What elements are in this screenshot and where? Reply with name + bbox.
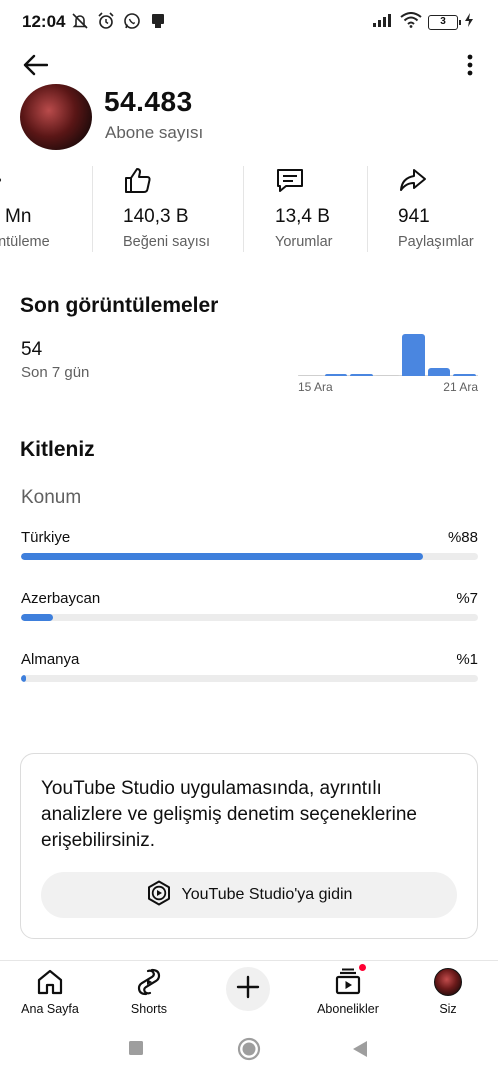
stat-label: Beğeni sayısı (123, 234, 211, 250)
nav-subscriptions[interactable]: Abonelikler (308, 963, 388, 1019)
subscriber-label: Abone sayısı (105, 123, 204, 142)
studio-promo-text: YouTube Studio uygulamasında, ayrıntılı … (41, 778, 417, 851)
stat-shares[interactable]: 941 Paylaşımlar (398, 162, 498, 254)
divider (367, 166, 368, 252)
thumbs-up-icon (123, 166, 153, 194)
location-title: Konum (21, 487, 82, 508)
recents-button[interactable] (128, 1040, 144, 1061)
stat-views[interactable]: Mn üntüleme (0, 162, 90, 254)
location-name: Almanya (21, 651, 80, 668)
stat-value: 140,3 B (123, 206, 189, 227)
location-bar-fill (21, 614, 53, 621)
recent-views-period: Son 7 gün (21, 364, 90, 381)
chart-bar (427, 368, 451, 376)
location-percent: %1 (456, 651, 478, 668)
chart-bar (299, 374, 322, 376)
top-app-bar (0, 42, 498, 92)
more-options-button[interactable] (458, 52, 482, 82)
nav-shorts[interactable]: Shorts (109, 965, 189, 1019)
back-button[interactable] (18, 52, 52, 82)
arrow-left-icon (22, 54, 49, 81)
divider (92, 166, 93, 252)
recent-views-chart[interactable]: 15 Ara 21 Ara (298, 326, 478, 394)
notification-icon (148, 11, 168, 36)
location-bar (21, 614, 478, 621)
audience-title: Kitleniz (20, 438, 95, 461)
comment-icon (275, 166, 305, 194)
stat-label: Paylaşımlar (398, 234, 474, 250)
nav-label: Ana Sayfa (21, 1002, 79, 1016)
open-studio-button[interactable]: YouTube Studio'ya gidin (41, 872, 457, 918)
nav-you[interactable]: Siz (408, 965, 488, 1019)
channel-avatar[interactable] (20, 84, 92, 150)
more-vertical-icon (467, 54, 473, 81)
create-button[interactable] (226, 967, 270, 1011)
chart-bar (401, 334, 425, 376)
system-navigation-bar (0, 1022, 498, 1080)
location-name: Türkiye (21, 529, 71, 546)
home-button[interactable] (237, 1037, 261, 1066)
signal-icon (372, 12, 394, 33)
stat-label: üntüleme (0, 234, 50, 250)
location-row: Azerbaycan %7 (21, 590, 478, 640)
back-nav-button[interactable] (352, 1040, 368, 1063)
stat-likes[interactable]: 140,3 B Beğeni sayısı (123, 162, 238, 254)
notification-dot (358, 963, 367, 972)
open-studio-label: YouTube Studio'ya gidin (181, 886, 353, 903)
alarm-icon (96, 11, 116, 36)
x-tick-end: 21 Ara (443, 380, 478, 394)
plus-icon (236, 975, 260, 1004)
status-bar: 12:04 3 (0, 0, 498, 42)
subscriber-count: 54.483 (104, 86, 193, 117)
shorts-icon (134, 967, 164, 997)
nav-label: Shorts (130, 1002, 168, 1016)
avatar (433, 967, 463, 997)
chart-bar (453, 374, 476, 376)
status-time: 12:04 (22, 12, 66, 31)
mute-icon (70, 11, 90, 36)
chart-bar (324, 374, 348, 376)
stat-label: Yorumlar (275, 234, 333, 250)
stat-value: Mn (5, 206, 32, 227)
share-icon (398, 166, 428, 194)
charging-icon (464, 12, 474, 33)
nav-label: Siz (439, 1002, 457, 1016)
location-bar-fill (21, 553, 424, 560)
location-row: Almanya %1 (21, 651, 478, 701)
divider (243, 166, 244, 252)
location-name: Azerbaycan (21, 590, 101, 607)
recent-views-value: 54 (21, 339, 43, 360)
location-percent: %88 (447, 529, 478, 546)
location-bar-fill (21, 675, 26, 682)
stat-comments[interactable]: 13,4 B Yorumlar (275, 162, 365, 254)
x-tick-start: 15 Ara (298, 380, 333, 394)
home-icon (35, 967, 65, 997)
channel-header: 54.483 Abone sayısı (0, 84, 498, 154)
location-bar (21, 675, 478, 682)
nav-home[interactable]: Ana Sayfa (10, 965, 90, 1019)
bottom-navigation: Ana Sayfa Shorts Abonelikler Siz (0, 960, 498, 1022)
nav-label: Abonelikler (317, 1002, 379, 1016)
recent-views-title: Son görüntülemeler (20, 294, 219, 317)
youtube-studio-icon (146, 880, 172, 911)
studio-promo-card: YouTube Studio uygulamasında, ayrıntılı … (20, 753, 478, 939)
location-bar (21, 553, 478, 560)
wifi-icon (400, 12, 422, 33)
location-percent: %7 (456, 590, 478, 607)
subscriptions-icon (333, 963, 367, 997)
whatsapp-icon (122, 11, 142, 36)
eye-icon (0, 166, 16, 194)
chart-bar (376, 374, 399, 376)
stats-row: Mn üntüleme 140,3 B Beğeni sayısı 13,4 B… (0, 162, 498, 254)
location-row: Türkiye %88 (21, 529, 478, 579)
chart-bar (350, 374, 374, 376)
stat-value: 13,4 B (275, 206, 330, 227)
battery-icon: 3 (428, 15, 461, 30)
stat-value: 941 (398, 206, 430, 227)
